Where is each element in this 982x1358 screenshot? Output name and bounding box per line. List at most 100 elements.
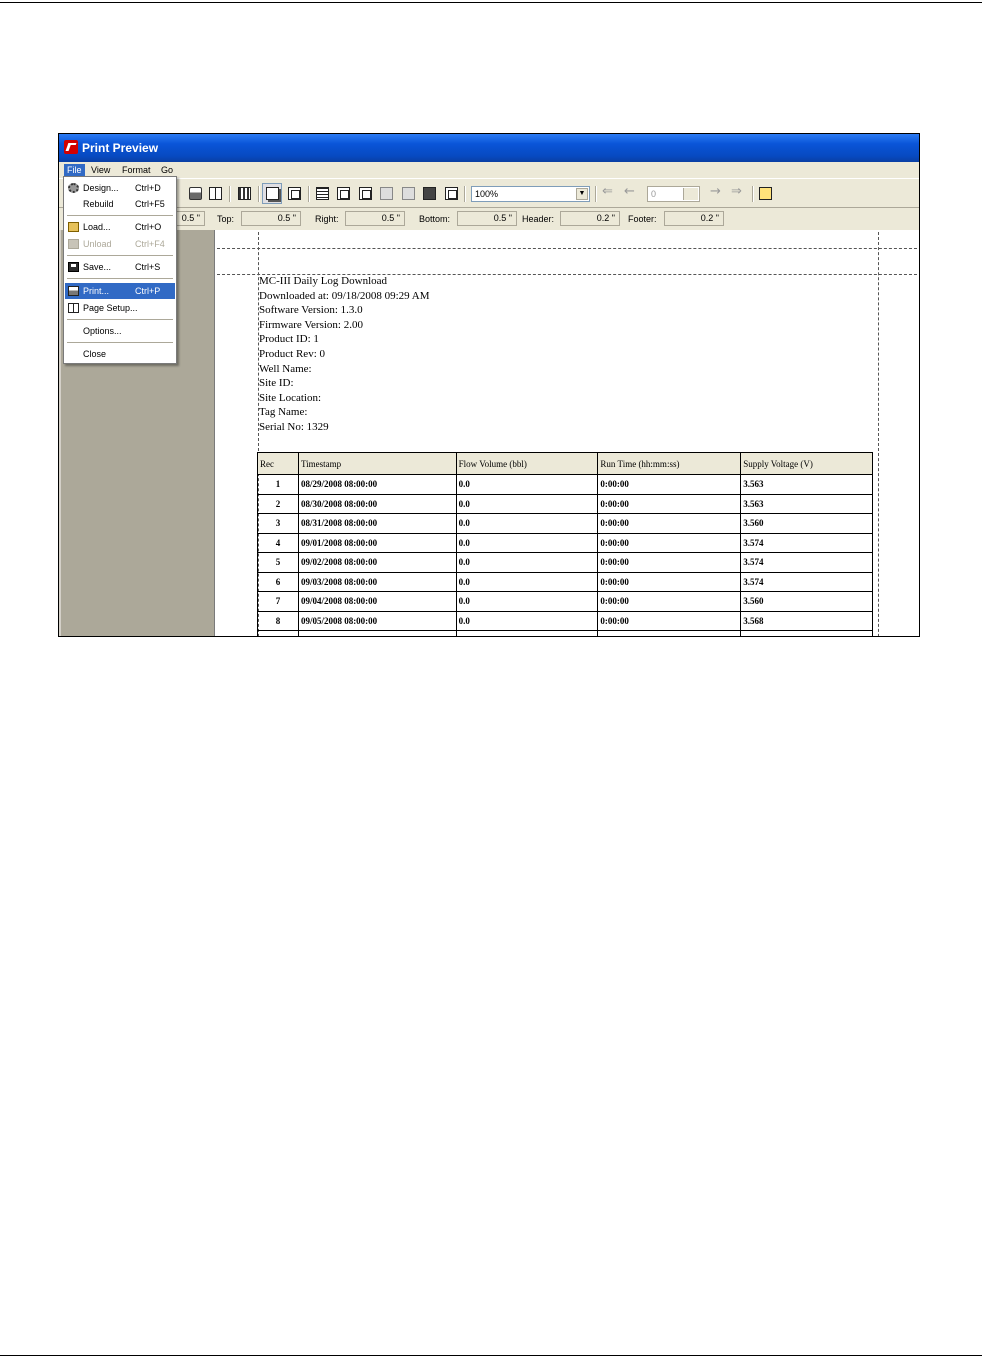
menu-separator xyxy=(67,215,173,216)
menu-item-label: Page Setup... xyxy=(83,303,138,313)
table-row: 1 08/29/2008 08:00:00 0.0 0:00:00 3.563 xyxy=(257,474,873,495)
page-width-icon[interactable] xyxy=(316,187,329,200)
column-header-supply-voltage: Supply Voltage (V) xyxy=(740,452,873,475)
column-header-timestamp: Timestamp xyxy=(297,452,457,475)
menu-item-print[interactable]: Print... Ctrl+P xyxy=(65,283,175,299)
cell-timestamp: 09/03/2008 08:00:00 xyxy=(297,571,457,592)
previous-page-icon[interactable]: ← xyxy=(624,185,635,199)
whole-page-icon[interactable] xyxy=(337,187,350,200)
footer-margin-field[interactable]: 0.2 " xyxy=(664,211,724,226)
cell-supply-voltage: 3.574 xyxy=(740,552,873,573)
menu-separator xyxy=(67,342,173,343)
margin-bar: 0.5 " Top: 0.5 " Right: 0.5 " Bottom: 0.… xyxy=(59,208,919,230)
report-serial-no: Serial No: 1329 xyxy=(259,420,329,433)
menu-item-save[interactable]: Save... Ctrl+S xyxy=(65,259,175,275)
preview-pane[interactable]: MC-III Daily Log Download Downloaded at:… xyxy=(214,230,919,636)
menu-item-shortcut: Ctrl+S xyxy=(135,262,161,272)
menu-go[interactable]: Go xyxy=(158,164,176,176)
chevron-down-icon[interactable]: ▼ xyxy=(576,188,588,200)
cell-rec: 1 xyxy=(257,474,299,495)
zoom-select[interactable]: 100% ▼ xyxy=(471,186,590,202)
gear-icon xyxy=(68,183,79,193)
menu-file[interactable]: File xyxy=(64,164,85,176)
menu-item-options[interactable]: Options... xyxy=(65,323,175,339)
page-setup-icon[interactable] xyxy=(209,187,222,200)
file-menu-dropdown: Design... Ctrl+D Rebuild Ctrl+F5 Load...… xyxy=(63,176,177,364)
cell-run-time: 0:00:00 xyxy=(597,474,742,495)
page-spinner[interactable] xyxy=(683,188,698,200)
right-margin-line xyxy=(878,232,879,636)
menu-item-label: Save... xyxy=(83,262,112,272)
footer-margin-label: Footer: xyxy=(628,214,657,224)
cell-empty xyxy=(455,630,599,636)
bottom-margin-label: Bottom: xyxy=(419,214,451,224)
menu-format[interactable]: Format xyxy=(119,164,154,176)
menu-separator xyxy=(67,278,173,279)
cell-rec: 4 xyxy=(257,532,299,553)
menu-item-label: Options... xyxy=(83,326,122,336)
cell-supply-voltage: 3.563 xyxy=(740,474,873,495)
cell-empty xyxy=(297,630,457,636)
header-margin-field[interactable]: 0.2 " xyxy=(560,211,620,226)
cell-supply-voltage: 3.574 xyxy=(740,571,873,592)
cell-timestamp: 09/05/2008 08:00:00 xyxy=(297,610,457,631)
cell-run-time: 0:00:00 xyxy=(597,552,742,573)
menu-item-label: Load... xyxy=(83,222,111,232)
one-page-icon[interactable] xyxy=(359,187,372,200)
cell-supply-voltage: 3.568 xyxy=(740,610,873,631)
menu-item-load[interactable]: Load... Ctrl+O xyxy=(65,219,175,235)
cell-empty xyxy=(740,630,873,636)
cell-rec: 6 xyxy=(257,571,299,592)
report-product-rev: Product Rev: 0 xyxy=(259,347,325,360)
last-page-icon[interactable]: ⇒ xyxy=(731,185,742,199)
menu-item-unload: Unload Ctrl+F4 xyxy=(65,236,175,252)
report-site-id: Site ID: xyxy=(259,377,294,390)
cell-run-time: 0:00:00 xyxy=(597,571,742,592)
menu-item-shortcut: Ctrl+D xyxy=(135,183,161,193)
report-title: MC-III Daily Log Download xyxy=(259,275,388,287)
two-pages-icon[interactable] xyxy=(380,187,393,200)
report-tag-name: Tag Name: xyxy=(259,406,308,419)
cell-rec: 7 xyxy=(257,591,299,612)
menu-item-page-setup[interactable]: Page Setup... xyxy=(65,300,175,316)
menu-item-shortcut: Ctrl+F4 xyxy=(135,239,165,249)
menu-item-label: Rebuild xyxy=(83,199,114,209)
right-margin-field[interactable]: 0.5 " xyxy=(345,211,405,226)
copy-pages-icon[interactable] xyxy=(266,187,279,200)
page-number-input[interactable]: 0 xyxy=(647,186,700,202)
printer-icon xyxy=(68,286,79,296)
column-header-run-time: Run Time (hh:mm:ss) xyxy=(597,452,742,475)
multi-pages-icon[interactable] xyxy=(423,187,436,200)
bottom-margin-field[interactable]: 0.5 " xyxy=(457,211,517,226)
four-pages-icon[interactable] xyxy=(402,187,415,200)
exit-door-icon[interactable] xyxy=(759,187,772,200)
header-margin-line xyxy=(217,248,919,249)
report-firmware-version: Firmware Version: 2.00 xyxy=(259,318,363,331)
next-page-icon[interactable]: → xyxy=(710,185,721,199)
table-row: 5 09/02/2008 08:00:00 0.0 0:00:00 3.574 xyxy=(257,552,873,573)
left-margin-field[interactable]: 0.5 " xyxy=(175,211,205,226)
report-product-id: Product ID: 1 xyxy=(259,333,319,346)
report-well-name: Well Name: xyxy=(259,362,312,375)
cell-run-time: 0:00:00 xyxy=(597,532,742,553)
title-bar: Print Preview xyxy=(59,134,919,162)
top-margin-field[interactable]: 0.5 " xyxy=(241,211,301,226)
menu-item-design[interactable]: Design... Ctrl+D xyxy=(65,180,175,196)
find-icon[interactable] xyxy=(288,187,301,200)
cell-timestamp: 09/02/2008 08:00:00 xyxy=(297,552,457,573)
thumbnails-icon[interactable] xyxy=(445,187,458,200)
cell-timestamp: 08/29/2008 08:00:00 xyxy=(297,474,457,495)
save-disk-icon xyxy=(68,262,79,272)
menu-item-close[interactable]: Close xyxy=(65,346,175,362)
menu-view[interactable]: View xyxy=(88,164,113,176)
menu-item-label: Print... xyxy=(83,286,110,296)
first-page-icon[interactable]: ⇐ xyxy=(602,185,613,199)
table-header-row: Rec Timestamp Flow Volume (bbl) Run Time… xyxy=(257,452,873,475)
menu-item-label: Unload xyxy=(83,239,112,249)
cell-run-time: 0:00:00 xyxy=(597,493,742,514)
menu-item-rebuild[interactable]: Rebuild Ctrl+F5 xyxy=(65,196,175,212)
print-icon[interactable] xyxy=(189,187,202,200)
app-logo-icon xyxy=(64,140,78,154)
calculator-icon[interactable] xyxy=(238,187,251,200)
cell-flow-volume: 0.0 xyxy=(455,610,599,631)
